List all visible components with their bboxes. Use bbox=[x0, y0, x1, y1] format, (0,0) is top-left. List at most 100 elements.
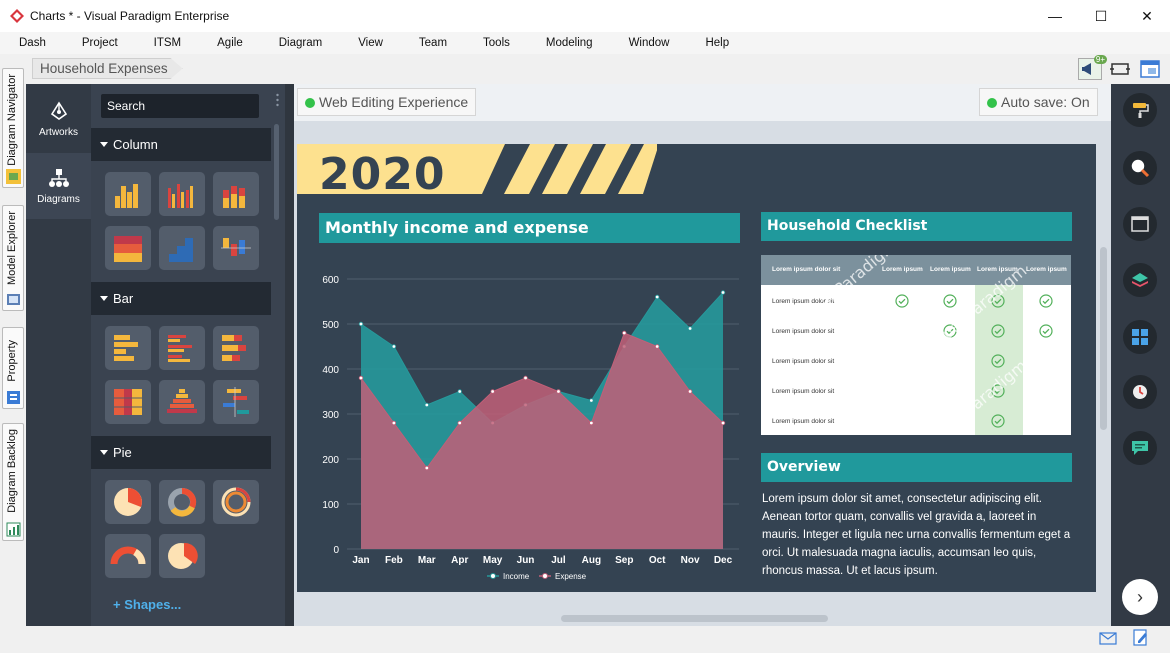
menu-diagram[interactable]: Diagram bbox=[279, 37, 322, 49]
doughnut-chart-thumb[interactable] bbox=[159, 480, 205, 524]
category-pie-label: Pie bbox=[113, 445, 132, 460]
step-column-icon bbox=[169, 238, 193, 262]
menu-agile[interactable]: Agile bbox=[217, 37, 243, 49]
stacked-bar-thumb[interactable] bbox=[213, 326, 259, 370]
chevron-down-icon bbox=[100, 450, 108, 455]
menu-modeling[interactable]: Modeling bbox=[546, 37, 593, 49]
grouped-bar-thumb[interactable] bbox=[159, 326, 205, 370]
tab-model-explorer[interactable]: Model Explorer bbox=[2, 205, 24, 311]
horizontal-scrollbar[interactable] bbox=[561, 615, 828, 622]
format-painter-button[interactable] bbox=[1123, 93, 1157, 127]
overview-paragraph: Lorem ipsum dolor sit amet, consectetur … bbox=[762, 493, 1071, 577]
web-editing-indicator[interactable]: Web Editing Experience bbox=[297, 88, 477, 116]
auto-save-indicator[interactable]: Auto save: On bbox=[979, 88, 1098, 116]
layout-panel-icon bbox=[1140, 60, 1160, 78]
ring-chart-thumb[interactable] bbox=[213, 480, 259, 524]
maximize-button[interactable]: ☐ bbox=[1078, 0, 1124, 32]
close-button[interactable]: ✕ bbox=[1124, 0, 1170, 32]
checklist-title: Household Checklist bbox=[761, 212, 1072, 241]
y-tick-label: 400 bbox=[322, 365, 339, 376]
edit-document-icon[interactable] bbox=[1133, 629, 1149, 647]
nav-diagrams[interactable]: Diagrams bbox=[26, 153, 91, 219]
range-bar-thumb[interactable] bbox=[213, 380, 259, 424]
gallery-button[interactable] bbox=[1123, 320, 1157, 354]
next-button[interactable]: › bbox=[1122, 579, 1158, 615]
exploded-pie-thumb[interactable] bbox=[159, 534, 205, 578]
panel-button[interactable] bbox=[1123, 207, 1157, 241]
layers-button[interactable] bbox=[1123, 263, 1157, 297]
menu-tools[interactable]: Tools bbox=[483, 37, 510, 49]
mail-icon[interactable] bbox=[1099, 631, 1117, 645]
comments-button[interactable] bbox=[1123, 431, 1157, 465]
x-tick-label: Feb bbox=[385, 555, 403, 566]
search-input[interactable]: Search bbox=[101, 94, 259, 118]
tab-diagram-navigator[interactable]: Diagram Navigator bbox=[2, 68, 24, 188]
vertical-scrollbar[interactable] bbox=[1100, 247, 1107, 430]
breadcrumb[interactable]: Household Expenses bbox=[32, 58, 183, 79]
pie-chart-thumb[interactable] bbox=[105, 480, 151, 524]
x-tick-label: Dec bbox=[714, 555, 733, 566]
zoom-button[interactable] bbox=[1123, 151, 1157, 185]
menu-window[interactable]: Window bbox=[629, 37, 670, 49]
gauge-chart-thumb[interactable] bbox=[105, 534, 151, 578]
tab-property[interactable]: Property bbox=[2, 327, 24, 409]
x-tick-label: Mar bbox=[418, 555, 436, 566]
stacked-column-icon bbox=[223, 186, 245, 208]
y-tick-label: 0 bbox=[333, 545, 339, 556]
menu-help[interactable]: Help bbox=[705, 37, 729, 49]
minimize-button[interactable]: — bbox=[1032, 0, 1078, 32]
range-bar-icon bbox=[223, 387, 249, 417]
column-chart-thumb[interactable] bbox=[105, 172, 151, 216]
infographic-poster[interactable]: 2020 Monthly income and expense Househol… bbox=[297, 144, 1096, 592]
step-column-thumb[interactable] bbox=[159, 226, 205, 270]
history-button[interactable] bbox=[1123, 375, 1157, 409]
legend-marker bbox=[490, 573, 496, 579]
menu-project[interactable]: Project bbox=[82, 37, 118, 49]
x-tick-label: Jan bbox=[352, 555, 369, 566]
data-point bbox=[720, 420, 726, 426]
panel-splitter[interactable] bbox=[285, 84, 294, 626]
fit-diagram-button[interactable] bbox=[1108, 58, 1132, 80]
full-stacked-column-icon bbox=[114, 236, 142, 262]
chevron-right-icon: › bbox=[1137, 586, 1143, 607]
checklist-row-label: Lorem ipsum dolor sit bbox=[772, 388, 835, 395]
full-stacked-bar-thumb[interactable] bbox=[105, 380, 151, 424]
full-stacked-column-thumb[interactable] bbox=[105, 226, 151, 270]
menu-dash[interactable]: Dash bbox=[19, 37, 46, 49]
category-bar[interactable]: Bar bbox=[91, 282, 271, 315]
diagram-layout-button[interactable] bbox=[1138, 58, 1162, 80]
x-tick-label: Aug bbox=[582, 555, 601, 566]
data-point bbox=[358, 375, 364, 381]
check-circle-icon bbox=[991, 414, 1005, 428]
checklist-header-cell: Lorem ipsum bbox=[1026, 266, 1067, 273]
tab-diagram-backlog[interactable]: Diagram Backlog bbox=[2, 423, 24, 541]
notification-button[interactable]: 9+ bbox=[1078, 55, 1107, 80]
left-nav: Artworks Diagrams bbox=[26, 84, 91, 626]
more-shapes-link[interactable]: + Shapes... bbox=[113, 597, 181, 612]
menu-itsm[interactable]: ITSM bbox=[154, 37, 181, 49]
y-tick-label: 500 bbox=[322, 320, 339, 331]
checklist-header-cell: Lorem ipsum bbox=[882, 266, 923, 273]
nav-artworks[interactable]: Artworks bbox=[26, 86, 91, 152]
palette-scrollbar[interactable] bbox=[274, 124, 279, 220]
panel-grip-icon[interactable] bbox=[276, 93, 279, 107]
category-pie[interactable]: Pie bbox=[91, 436, 271, 469]
x-tick-label: May bbox=[483, 555, 503, 566]
clock-history-icon bbox=[1133, 385, 1147, 399]
chevron-down-icon bbox=[100, 296, 108, 301]
property-icon bbox=[7, 391, 20, 404]
grouped-column-thumb[interactable] bbox=[159, 172, 205, 216]
pyramid-bar-thumb[interactable] bbox=[159, 380, 205, 424]
bar-chart-thumb[interactable] bbox=[105, 326, 151, 370]
stacked-column-thumb[interactable] bbox=[213, 172, 259, 216]
range-column-thumb[interactable] bbox=[213, 226, 259, 270]
category-column[interactable]: Column bbox=[91, 128, 271, 161]
menu-view[interactable]: View bbox=[358, 37, 383, 49]
legend-label: Income bbox=[503, 572, 530, 581]
data-point bbox=[654, 294, 660, 300]
data-point bbox=[622, 330, 627, 336]
nav-diagrams-label: Diagrams bbox=[37, 194, 80, 205]
menu-team[interactable]: Team bbox=[419, 37, 447, 49]
diagram-canvas[interactable]: Web Editing Experience Auto save: On 202… bbox=[294, 84, 1111, 626]
tab-model-explorer-label: Model Explorer bbox=[6, 211, 18, 285]
